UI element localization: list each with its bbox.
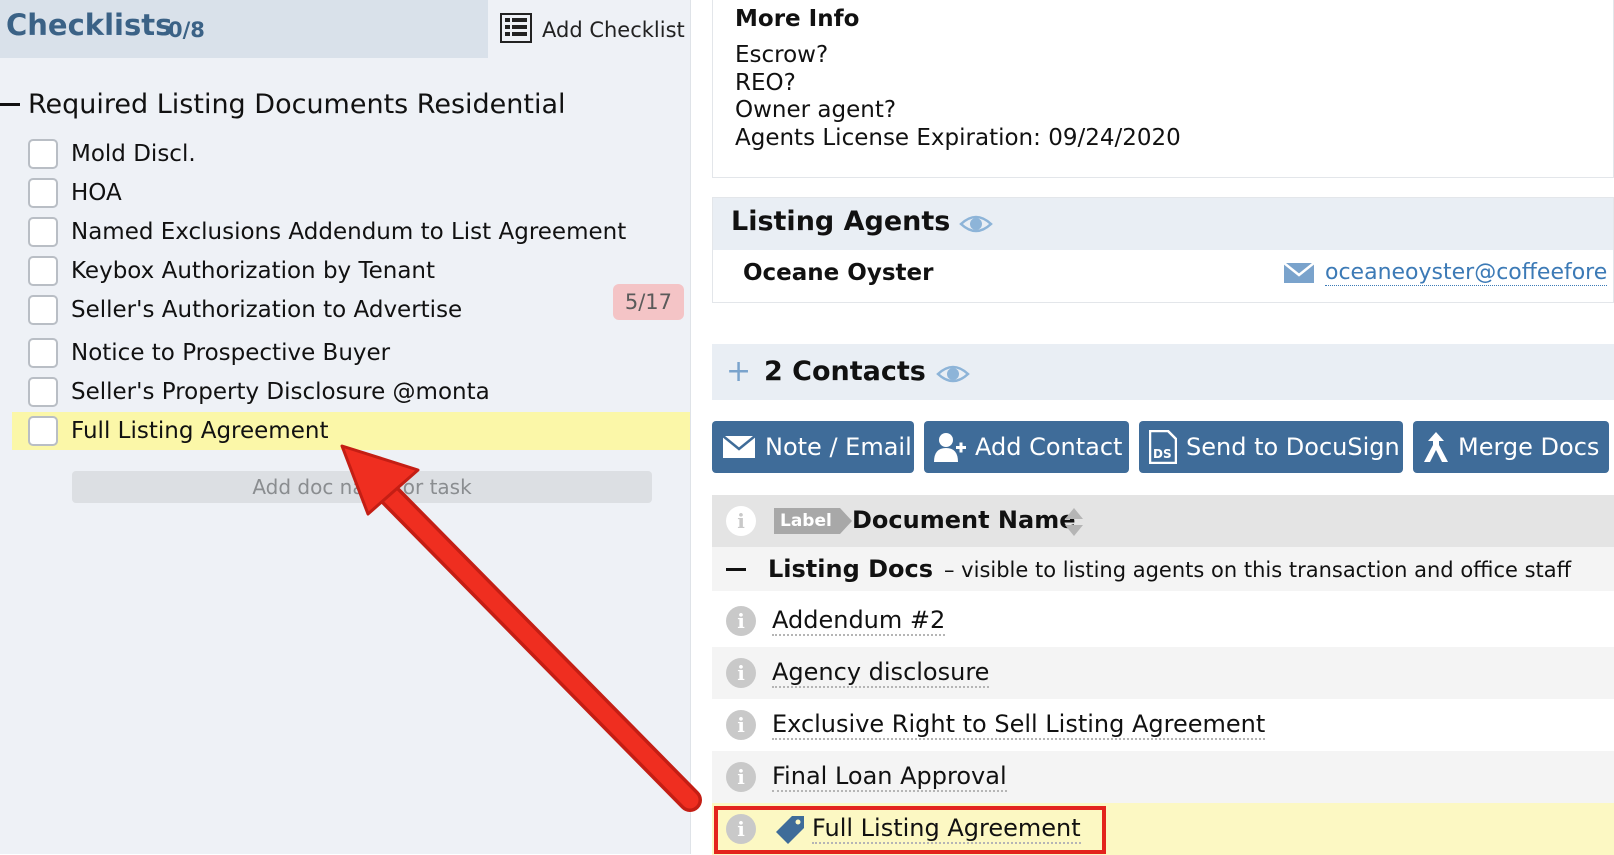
note-email-label: Note / Email: [765, 433, 912, 461]
add-contact-button[interactable]: Add Contact: [924, 421, 1129, 473]
plus-icon[interactable]: +: [726, 354, 751, 389]
eye-icon[interactable]: [936, 362, 970, 390]
add-user-icon: [934, 432, 966, 462]
checklist-checkbox[interactable]: [28, 295, 58, 325]
add-checklist-button[interactable]: Add Checklist: [500, 12, 685, 48]
more-info-line: REO?: [735, 70, 796, 96]
document-name-link[interactable]: Exclusive Right to Sell Listing Agreemen…: [772, 710, 1266, 740]
listing-agents-section: Listing Agents Oceane Oyster oceaneoyste…: [712, 197, 1614, 303]
checklist-item-label: Full Listing Agreement: [71, 418, 329, 444]
checklist-checkbox[interactable]: [28, 139, 58, 169]
info-icon[interactable]: i: [726, 814, 756, 844]
checklists-count: 0/8: [168, 18, 205, 42]
document-name-link[interactable]: Full Listing Agreement: [812, 814, 1081, 844]
merge-docs-button[interactable]: Merge Docs: [1413, 421, 1609, 473]
contacts-header[interactable]: + 2 Contacts: [712, 344, 1614, 400]
collapse-minus-icon[interactable]: [726, 568, 746, 571]
checklists-header: Checklists 0/8: [0, 0, 488, 58]
listing-agents-header: Listing Agents: [713, 198, 1613, 250]
document-row[interactable]: i Exclusive Right to Sell Listing Agreem…: [712, 699, 1614, 751]
document-name-column[interactable]: Document Name: [852, 506, 1076, 534]
document-row[interactable]: i Agency disclosure: [712, 647, 1614, 699]
send-to-docusign-button[interactable]: DS Send to DocuSign: [1139, 421, 1403, 473]
collapse-minus-icon: [0, 102, 20, 106]
documents-table-header: i Label Document Name: [712, 495, 1614, 547]
send-to-docusign-label: Send to DocuSign: [1186, 433, 1400, 461]
checklist-checkbox[interactable]: [28, 178, 58, 208]
merge-icon: [1423, 431, 1449, 463]
checklist-item[interactable]: Mold Discl.: [12, 135, 690, 173]
checklist-item[interactable]: Named Exclusions Addendum to List Agreem…: [12, 213, 690, 251]
info-icon[interactable]: i: [726, 710, 756, 740]
document-row[interactable]: i Addendum #2: [712, 595, 1614, 647]
checklist-item-label: Notice to Prospective Buyer: [71, 340, 391, 366]
add-contact-label: Add Contact: [975, 433, 1123, 461]
more-info-line: Owner agent?: [735, 97, 897, 123]
envelope-icon: [722, 435, 756, 459]
checklist-item-label: Keybox Authorization by Tenant: [71, 258, 436, 284]
listing-agents-title: Listing Agents: [731, 206, 951, 237]
checklist-item-label: Seller's Authorization to Advertise: [71, 297, 463, 323]
info-icon[interactable]: i: [726, 658, 756, 688]
add-checklist-label: Add Checklist: [542, 18, 685, 42]
checklist-checkbox[interactable]: [28, 256, 58, 286]
item-count-badge[interactable]: 5/17: [612, 284, 684, 320]
info-icon[interactable]: i: [726, 762, 756, 792]
checklist-group-toggle[interactable]: Required Listing Documents Residential: [0, 84, 566, 124]
info-icon[interactable]: i: [726, 506, 756, 536]
checklist-checkbox[interactable]: [28, 377, 58, 407]
agent-email: oceaneoyster@coffeefore: [1325, 260, 1608, 286]
add-doc-input[interactable]: Add doc name or task: [72, 471, 652, 503]
checklist-group-title: Required Listing Documents Residential: [28, 88, 566, 120]
listing-docs-group[interactable]: Listing Docs – visible to listing agents…: [712, 547, 1614, 591]
svg-text:DS: DS: [1153, 447, 1172, 461]
document-name-link[interactable]: Agency disclosure: [772, 658, 990, 688]
checklist-item[interactable]: HOA: [12, 174, 690, 212]
add-checklist-icon: [500, 12, 532, 48]
envelope-icon: [1283, 262, 1315, 283]
more-info-line: Escrow?: [735, 42, 829, 68]
checklist-checkbox[interactable]: [28, 338, 58, 368]
checklist-checkbox[interactable]: [28, 217, 58, 247]
more-info-section: More Info Escrow? REO? Owner agent? Agen…: [712, 0, 1614, 178]
checklist-item[interactable]: Seller's Property Disclosure @monta: [12, 373, 690, 411]
panel-divider: [690, 0, 691, 854]
checklists-title: Checklists: [6, 8, 173, 42]
checklist-item[interactable]: Keybox Authorization by Tenant: [12, 252, 690, 290]
agent-email-link[interactable]: oceaneoyster@coffeefore: [1283, 260, 1608, 286]
label-column-tag[interactable]: Label: [774, 508, 852, 534]
document-row-highlighted[interactable]: i Full Listing Agreement: [712, 803, 1614, 855]
listing-docs-group-description: – visible to listing agents on this tran…: [944, 558, 1572, 582]
document-row[interactable]: i Final Loan Approval: [712, 751, 1614, 803]
info-icon[interactable]: i: [726, 606, 756, 636]
checklist-item-label: HOA: [71, 180, 122, 206]
tag-icon[interactable]: [774, 814, 806, 850]
more-info-line: Agents License Expiration: 09/24/2020: [735, 125, 1181, 151]
document-name-link[interactable]: Final Loan Approval: [772, 762, 1007, 792]
sort-icon[interactable]: [1064, 507, 1084, 541]
checklist-item[interactable]: Seller's Authorization to Advertise 5/17: [12, 284, 690, 329]
merge-docs-label: Merge Docs: [1458, 433, 1600, 461]
checklist-item-label: Mold Discl.: [71, 141, 196, 167]
contacts-title: 2 Contacts: [764, 356, 926, 387]
checklist-item-label: Named Exclusions Addendum to List Agreem…: [71, 219, 627, 245]
note-email-button[interactable]: Note / Email: [712, 421, 914, 473]
checklists-panel: Checklists 0/8 Add Checklist Required Li…: [0, 0, 690, 854]
agent-name: Oceane Oyster: [743, 260, 934, 286]
more-info-title: More Info: [735, 6, 860, 32]
eye-icon[interactable]: [959, 212, 993, 240]
listing-docs-group-name: Listing Docs: [768, 555, 934, 583]
checklist-checkbox[interactable]: [28, 416, 58, 446]
docusign-icon: DS: [1149, 430, 1177, 464]
document-name-link[interactable]: Addendum #2: [772, 606, 946, 636]
checklist-item[interactable]: Notice to Prospective Buyer: [12, 334, 690, 372]
checklist-item-highlighted[interactable]: Full Listing Agreement: [12, 412, 690, 450]
checklist-item-label: Seller's Property Disclosure @monta: [71, 379, 490, 405]
